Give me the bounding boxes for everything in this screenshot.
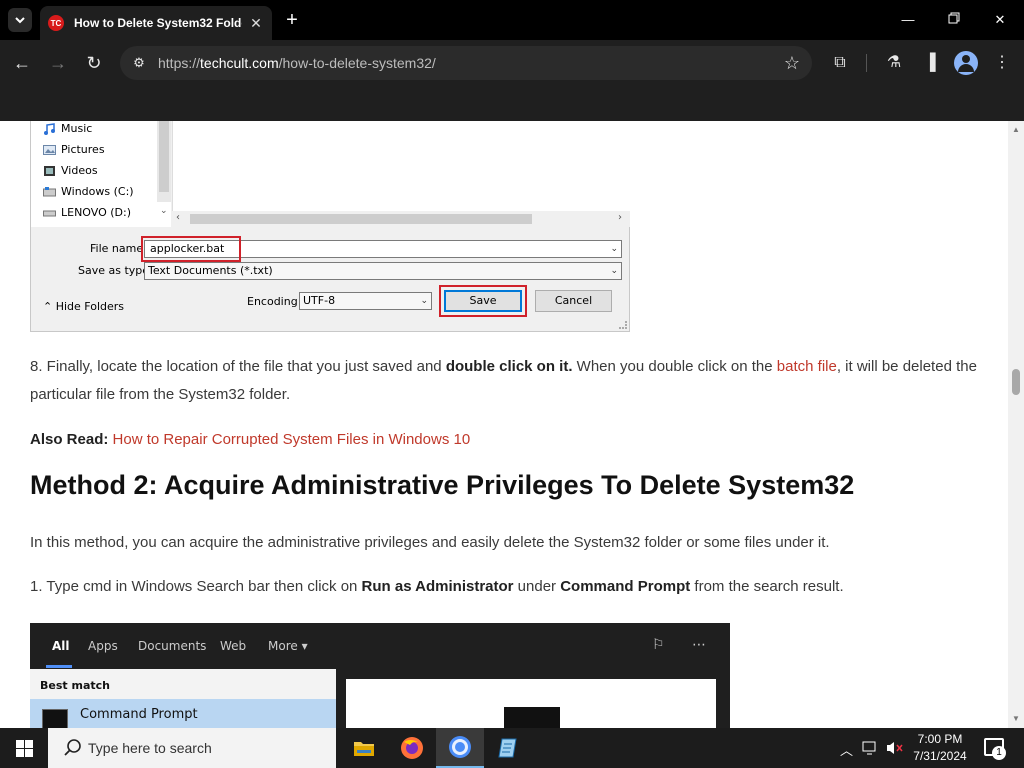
profile-avatar[interactable] xyxy=(954,51,978,75)
minimize-icon[interactable]: — xyxy=(896,8,920,32)
save-as-type-label: Save as type: xyxy=(78,264,153,277)
firefox-icon xyxy=(401,737,423,759)
scroll-right-icon: › xyxy=(618,212,622,223)
tree-item-pictures: Pictures xyxy=(43,141,105,159)
start-button[interactable] xyxy=(0,728,48,768)
restore-icon[interactable] xyxy=(942,8,966,32)
chevron-up-icon[interactable]: ︿ xyxy=(840,740,853,759)
speaker-muted-icon[interactable] xyxy=(886,740,904,759)
highlight-box xyxy=(439,285,527,317)
scroll-up-icon[interactable]: ▲ xyxy=(1008,123,1024,137)
chrome-app[interactable] xyxy=(436,728,484,768)
favicon-icon: TC xyxy=(48,15,64,31)
network-icon[interactable] xyxy=(862,740,880,759)
page-scrollbar[interactable]: ▲ ▼ xyxy=(1008,121,1024,728)
search-tab-more: More ▾ xyxy=(268,639,308,653)
address-bar[interactable]: ⚙ https://techcult.com/how-to-delete-sys… xyxy=(120,46,812,80)
bookmark-bar xyxy=(0,86,1024,121)
method-2-heading: Method 2: Acquire Administrative Privile… xyxy=(30,470,855,500)
best-match-label: Best match xyxy=(40,679,110,692)
tab-strip: TC How to Delete System32 Folde ✕ + — ✕ xyxy=(0,0,1024,40)
save-as-type-select: Text Documents (*.txt) ⌄ xyxy=(144,262,622,280)
method-2-intro: In this method, you can acquire the admi… xyxy=(30,534,830,551)
firefox-app[interactable] xyxy=(388,728,436,768)
scroll-down-icon[interactable]: ▼ xyxy=(1008,712,1024,726)
search-tab-documents: Documents xyxy=(138,639,207,653)
also-read: Also Read: How to Repair Corrupted Syste… xyxy=(30,426,980,454)
side-panel-icon[interactable]: ▐ xyxy=(918,51,942,75)
command-prompt-icon xyxy=(504,707,560,728)
url-text[interactable]: https://techcult.com/how-to-delete-syste… xyxy=(158,55,436,71)
command-prompt-icon xyxy=(42,709,68,728)
close-window-icon[interactable]: ✕ xyxy=(988,8,1012,32)
chevron-down-icon: ⌄ xyxy=(420,296,428,306)
file-name-label: File name: xyxy=(90,242,147,255)
menu-kebab-icon[interactable]: ⋮ xyxy=(990,51,1014,75)
feedback-icon: ⚐ xyxy=(652,637,665,653)
notepad-icon xyxy=(498,738,517,758)
search-tab-all: All xyxy=(52,639,70,653)
search-tab-web: Web xyxy=(220,639,247,653)
bookmark-star-icon[interactable]: ☆ xyxy=(784,53,800,74)
browser-toolbar: ← → ↻ ⚙ https://techcult.com/how-to-dele… xyxy=(0,40,1024,86)
batch-file-link[interactable]: batch file xyxy=(777,358,837,375)
resize-grip-icon xyxy=(619,321,627,329)
step-8-paragraph: 8. Finally, locate the location of the f… xyxy=(30,358,977,403)
scrollbar-thumb[interactable] xyxy=(1012,369,1020,395)
reload-icon[interactable]: ↻ xyxy=(82,51,106,75)
file-list-hscroll: ‹ › xyxy=(172,211,630,227)
chevron-up-icon: ⌃ xyxy=(43,300,56,313)
search-icon xyxy=(64,739,81,756)
encoding-select: UTF-8 ⌄ xyxy=(299,292,432,310)
encoding-label: Encoding: xyxy=(247,295,302,308)
folder-tree: Music Pictures Videos Windows (C:) LENOV… xyxy=(31,121,171,227)
chevron-down-icon: ⌄ xyxy=(610,244,618,254)
file-explorer-app[interactable] xyxy=(340,728,388,768)
toolbar-divider xyxy=(866,54,867,72)
windows-taskbar: Type here to search ︿ 7:00 PM 7/31/2024 … xyxy=(0,728,1024,768)
tree-item-videos: Videos xyxy=(44,162,98,180)
chrome-icon xyxy=(449,736,471,758)
file-name-field: applocker.bat ⌄ xyxy=(141,236,622,262)
also-read-label: Also Read: xyxy=(30,431,109,448)
taskbar-search-box[interactable]: Type here to search xyxy=(48,728,336,768)
chevron-down-icon: ⌄ xyxy=(610,266,618,276)
result-preview-pane xyxy=(346,679,716,728)
close-tab-icon[interactable]: ✕ xyxy=(248,15,264,31)
forward-arrow-icon[interactable]: → xyxy=(46,51,70,75)
save-as-dialog-image: Music Pictures Videos Windows (C:) LENOV… xyxy=(30,121,630,332)
active-tab[interactable]: TC How to Delete System32 Folde ✕ xyxy=(40,6,272,40)
extensions-icon[interactable]: ⧉ xyxy=(828,51,852,75)
chevron-down-icon xyxy=(15,17,25,24)
tree-item-music: Music xyxy=(44,121,92,138)
also-read-link[interactable]: How to Repair Corrupted System Files in … xyxy=(113,431,471,448)
tree-item-lenovo-d: LENOVO (D:) xyxy=(43,204,131,222)
tree-item-windows-c: Windows (C:) xyxy=(43,183,134,201)
cancel-button: Cancel xyxy=(535,290,612,312)
windows-logo-icon xyxy=(16,740,24,748)
ellipsis-icon: ⋯ xyxy=(692,637,706,653)
search-tab-apps: Apps xyxy=(88,639,118,653)
chevron-down-icon: ⌄ xyxy=(160,206,168,216)
step-1-paragraph: 1. Type cmd in Windows Search bar then c… xyxy=(30,578,844,595)
tab-title: How to Delete System32 Folde xyxy=(74,16,242,30)
article-page: Music Pictures Videos Windows (C:) LENOV… xyxy=(0,121,1008,728)
hide-folders-toggle: ⌃ Hide Folders xyxy=(43,300,125,313)
tree-scrollbar-thumb xyxy=(159,121,169,192)
new-tab-button[interactable]: + xyxy=(282,10,302,30)
file-list-pane xyxy=(172,121,630,211)
notification-badge: 1 xyxy=(992,746,1006,760)
scroll-left-icon: ‹ xyxy=(176,212,180,223)
site-info-icon[interactable]: ⚙ xyxy=(130,54,148,72)
clock-date[interactable]: 7/31/2024 xyxy=(908,749,972,763)
windows-search-image: All Apps Documents Web More ▾ ⚐ ⋯ Best m… xyxy=(30,623,730,728)
back-arrow-icon[interactable]: ← xyxy=(10,51,34,75)
tab-search-button[interactable] xyxy=(8,8,32,32)
clock-time[interactable]: 7:00 PM xyxy=(908,732,972,746)
save-button: Save xyxy=(439,285,527,317)
folder-icon xyxy=(354,742,374,756)
labs-flask-icon[interactable]: ⚗ xyxy=(882,51,906,75)
notepad-app[interactable] xyxy=(484,728,532,768)
command-prompt-result: Command Prompt xyxy=(30,699,336,728)
